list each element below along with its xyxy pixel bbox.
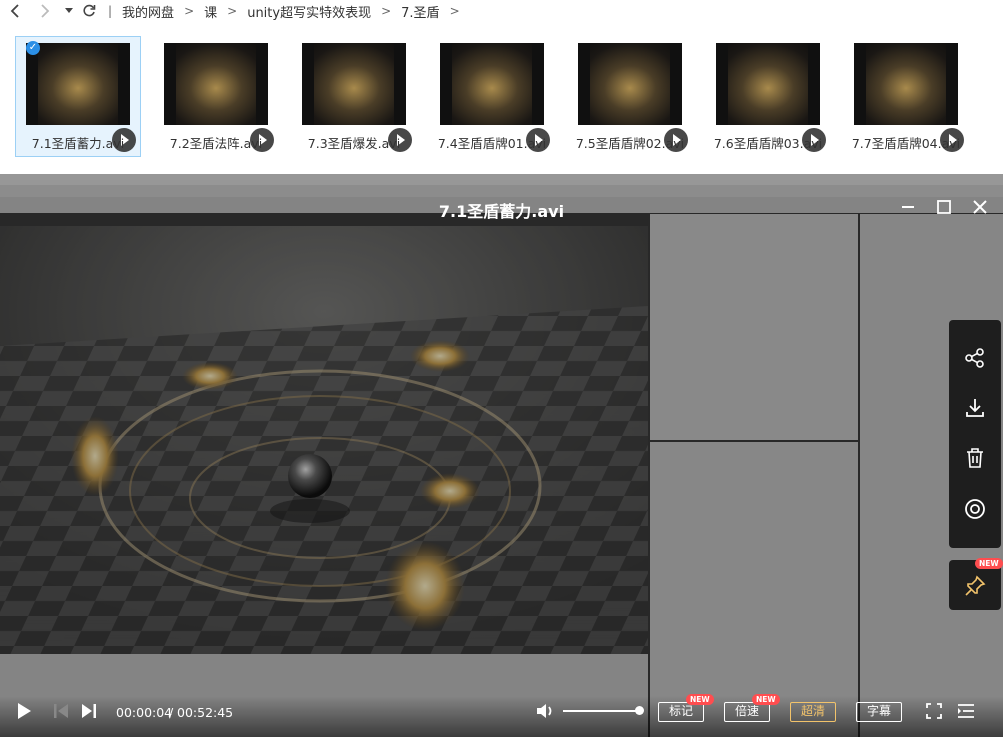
history-dropdown-icon[interactable] xyxy=(62,0,76,22)
time-separator: / xyxy=(169,705,174,720)
video-thumbnail-image xyxy=(578,43,682,125)
video-dim-overlay xyxy=(0,174,1003,737)
player-control-bar: 00:00:04 / 00:52:45 标记 NEW 倍速 NEW 超清 字幕 xyxy=(0,694,1003,737)
share-icon[interactable] xyxy=(962,345,988,371)
file-thumbnail-item[interactable]: 7.5圣盾盾牌02.avi xyxy=(567,36,693,157)
mark-button[interactable]: 标记 xyxy=(658,702,704,722)
player-window-controls xyxy=(897,196,991,218)
volume-slider[interactable] xyxy=(563,710,639,712)
pin-panel: NEW xyxy=(949,558,1003,610)
file-name: 7.7圣盾盾牌04.avi xyxy=(851,136,961,151)
video-thumbnail-image xyxy=(440,43,544,125)
playlist-icon[interactable] xyxy=(956,696,976,726)
breadcrumb-item-unity[interactable]: unity超写实特效表现 xyxy=(247,2,371,21)
fullscreen-icon[interactable] xyxy=(924,696,944,726)
file-thumbnail-grid: ✓ 7.1圣盾蓄力.avi 7.2圣盾法阵.avi 7.3圣盾爆发.avi 7.… xyxy=(0,22,1003,174)
download-icon[interactable] xyxy=(962,395,988,421)
file-thumbnail-item[interactable]: ✓ 7.1圣盾蓄力.avi xyxy=(15,36,141,157)
file-thumbnail-item[interactable]: 7.4圣盾盾牌01.avi xyxy=(429,36,555,157)
video-thumbnail-image xyxy=(854,43,958,125)
breadcrumb-separator: | xyxy=(108,4,113,18)
delete-icon[interactable] xyxy=(962,445,988,471)
refresh-icon[interactable] xyxy=(78,0,100,22)
netdisk-video-page: | 我的网盘 > 课 > unity超写实特效表现 > 7.圣盾 > ✓ 7.1… xyxy=(0,0,1003,737)
new-badge: NEW xyxy=(752,694,780,705)
breadcrumb-bar: | 我的网盘 > 课 > unity超写实特效表现 > 7.圣盾 > xyxy=(0,0,1003,22)
back-arrow-icon[interactable] xyxy=(4,0,26,22)
video-thumbnail-image xyxy=(302,43,406,125)
video-thumbnail-image xyxy=(26,43,130,125)
file-thumbnail-item[interactable]: 7.2圣盾法阵.avi xyxy=(153,36,279,157)
total-time: 00:52:45 xyxy=(177,705,234,720)
breadcrumb-item-root[interactable]: 我的网盘 xyxy=(122,2,174,21)
eye-icon[interactable] xyxy=(962,496,988,522)
file-thumbnail-item[interactable]: 7.6圣盾盾牌03.avi xyxy=(705,36,831,157)
volume-icon[interactable] xyxy=(535,696,557,726)
minimize-icon[interactable] xyxy=(897,196,919,218)
breadcrumb-item-current[interactable]: 7.圣盾 xyxy=(401,2,439,21)
file-name: 7.6圣盾盾牌03.avi xyxy=(713,136,823,151)
file-name: 7.3圣盾爆发.avi xyxy=(307,136,401,151)
video-frame[interactable] xyxy=(0,174,1003,737)
video-player[interactable]: 7.1圣盾蓄力.avi NEW 00:00:04 / 00:52:45 标记 N… xyxy=(0,174,1003,737)
file-name: 7.2圣盾法阵.avi xyxy=(169,136,263,151)
video-thumbnail-image xyxy=(716,43,820,125)
maximize-icon[interactable] xyxy=(933,196,955,218)
next-icon[interactable] xyxy=(80,696,98,726)
quality-button[interactable]: 超清 xyxy=(790,702,836,722)
video-thumbnail-image xyxy=(164,43,268,125)
file-name: 7.5圣盾盾牌02.avi xyxy=(575,136,685,151)
chevron-right-icon: > xyxy=(381,4,392,18)
file-thumbnail-item[interactable]: 7.7圣盾盾牌04.avi xyxy=(843,36,969,157)
file-name: 7.1圣盾蓄力.avi xyxy=(31,136,125,151)
file-thumbnail-item[interactable]: 7.3圣盾爆发.avi xyxy=(291,36,417,157)
new-badge: NEW xyxy=(975,558,1003,569)
speed-button[interactable]: 倍速 xyxy=(724,702,770,722)
new-badge: NEW xyxy=(686,694,714,705)
chevron-right-icon: > xyxy=(184,4,195,18)
volume-slider-knob[interactable] xyxy=(635,706,644,715)
subtitle-button[interactable]: 字幕 xyxy=(856,702,902,722)
forward-arrow-icon[interactable] xyxy=(34,0,56,22)
play-icon[interactable] xyxy=(14,696,34,726)
close-icon[interactable] xyxy=(969,196,991,218)
previous-icon[interactable] xyxy=(52,696,70,726)
side-action-panel xyxy=(949,320,1001,548)
file-name: 7.4圣盾盾牌01.avi xyxy=(437,136,547,151)
current-time: 00:00:04 xyxy=(116,705,173,720)
pin-icon[interactable] xyxy=(962,573,988,599)
checkmark-icon[interactable]: ✓ xyxy=(26,41,40,55)
breadcrumb-item-course[interactable]: 课 xyxy=(204,2,217,21)
video-title: 7.1圣盾蓄力.avi xyxy=(438,202,565,221)
chevron-right-icon: > xyxy=(227,4,238,18)
chevron-right-icon: > xyxy=(449,4,460,18)
